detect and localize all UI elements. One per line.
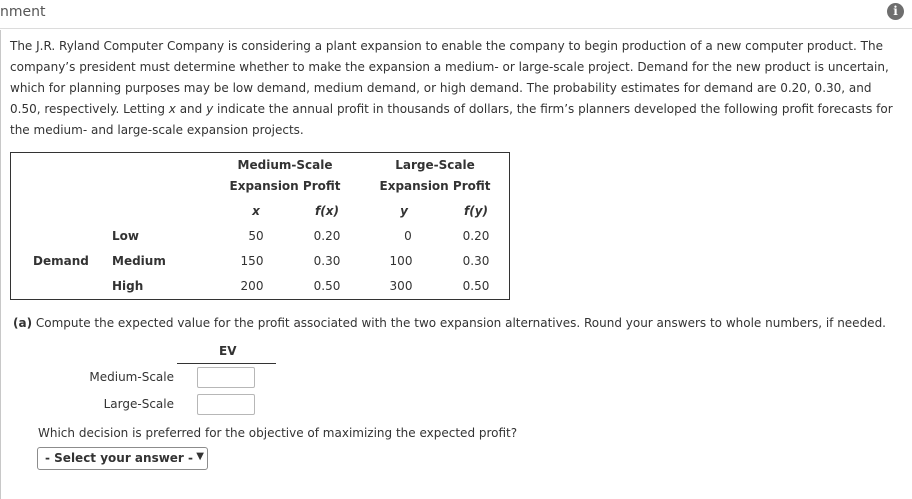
- row-level-low: Low: [112, 229, 139, 243]
- part-a-label: (a): [13, 316, 33, 330]
- column-x-header: x: [252, 204, 260, 218]
- column-fx-header: f(x): [315, 204, 339, 218]
- chevron-down-icon: ▼: [196, 451, 204, 462]
- problem-statement: The J.R. Ryland Computer Company is cons…: [10, 36, 905, 141]
- medium-scale-header-line1: Medium-Scale: [237, 158, 333, 172]
- table-cell-fy: 0.50: [462, 279, 490, 293]
- decision-select[interactable]: - Select your answer - ▼: [37, 447, 208, 470]
- table-cell-y: 300: [389, 279, 413, 293]
- table-cell-fx: 0.20: [313, 229, 341, 243]
- table-cell-y: 0: [404, 229, 412, 243]
- top-bar: nment i: [0, 0, 912, 29]
- ev-row-label-medium: Medium-Scale: [89, 370, 174, 384]
- table-cell-x: 150: [240, 254, 264, 268]
- table-cell-x: 200: [240, 279, 264, 293]
- page-title: nment: [0, 4, 46, 20]
- part-a-text: Compute the expected value for the profi…: [32, 316, 886, 330]
- ev-column-header: EV: [219, 344, 237, 358]
- info-icon[interactable]: i: [887, 3, 904, 20]
- large-scale-header-line2: Expansion Profit: [379, 179, 491, 193]
- variable-x: x: [168, 102, 176, 116]
- medium-scale-header-line2: Expansion Profit: [229, 179, 341, 193]
- ev-large-scale-input[interactable]: [197, 394, 255, 415]
- row-level-high: High: [112, 279, 144, 293]
- table-cell-fy: 0.30: [462, 254, 490, 268]
- decision-question: Which decision is preferred for the obje…: [38, 426, 518, 440]
- decision-select-value: - Select your answer -: [45, 451, 194, 465]
- profit-forecast-table: Medium-Scale Expansion Profit Large-Scal…: [10, 152, 510, 300]
- ev-header-underline: [177, 363, 276, 364]
- table-cell-fx: 0.50: [313, 279, 341, 293]
- part-a-prompt: (a) Compute the expected value for the p…: [13, 316, 886, 330]
- table-cell-x: 50: [248, 229, 264, 243]
- table-cell-fy: 0.20: [462, 229, 490, 243]
- ev-medium-scale-input[interactable]: [197, 367, 255, 388]
- ev-row-label-large: Large-Scale: [103, 397, 174, 411]
- problem-content: The J.R. Ryland Computer Company is cons…: [0, 30, 912, 499]
- column-fy-header: f(y): [463, 204, 489, 218]
- demand-label: Demand: [33, 254, 89, 268]
- column-y-header: y: [400, 204, 408, 218]
- table-cell-y: 100: [389, 254, 413, 268]
- row-level-medium: Medium: [112, 254, 166, 268]
- large-scale-header-line1: Large-Scale: [395, 158, 475, 172]
- problem-text-part-2: and: [175, 102, 207, 116]
- table-cell-fx: 0.30: [313, 254, 341, 268]
